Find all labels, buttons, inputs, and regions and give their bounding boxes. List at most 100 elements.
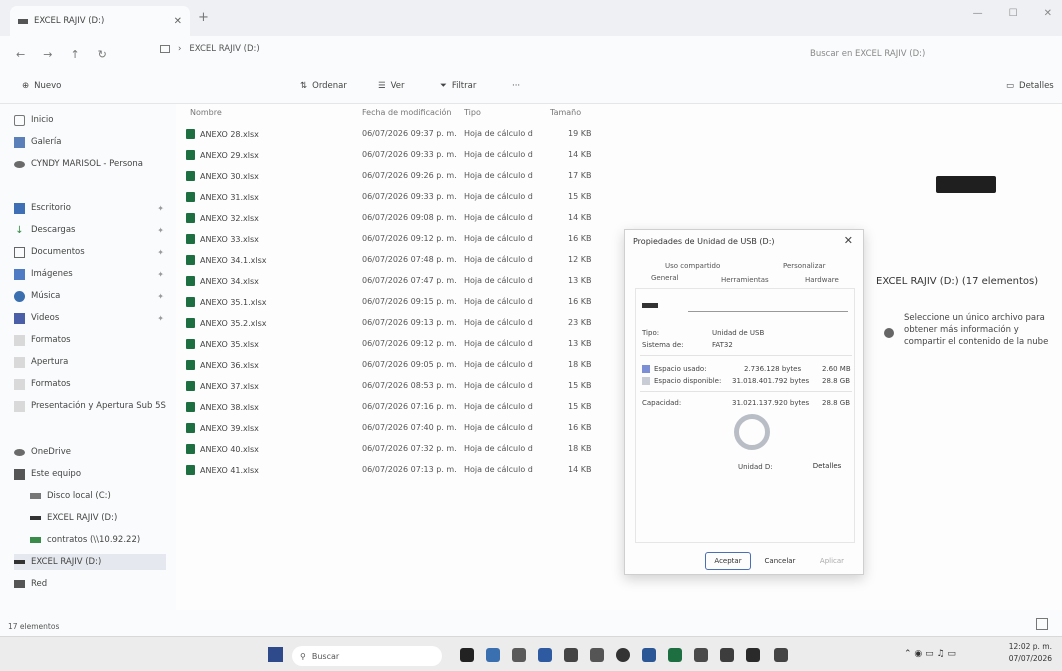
table-row[interactable]: ANEXO 30.xlsx 06/07/2026 09:26 p. m. Hoja … xyxy=(176,168,612,186)
sidebar-item-network-share[interactable]: contratos (\\10.92.22) xyxy=(30,532,174,548)
sidebar-item-documents[interactable]: Documentos ✦ xyxy=(14,244,174,260)
chrome-icon[interactable] xyxy=(616,648,630,662)
column-header-type[interactable]: Tipo xyxy=(464,108,481,117)
search-icon: ⚲ xyxy=(300,651,306,661)
tab-tools[interactable]: Herramientas xyxy=(721,276,769,284)
sidebar-item-drive-d[interactable]: EXCEL RAJIV (D:) xyxy=(30,510,174,526)
sidebar-item-usb-selected[interactable]: EXCEL RAJIV (D:) xyxy=(14,554,166,570)
sidebar-item-videos[interactable]: Videos ✦ xyxy=(14,310,174,326)
sidebar-item-folder[interactable]: Formatos xyxy=(14,332,174,348)
sidebar-item-this-pc[interactable]: Este equipo xyxy=(14,466,174,482)
details-button[interactable]: ▭ Detalles xyxy=(1006,81,1054,91)
sort-button[interactable]: ⇅ Ordenar xyxy=(300,81,347,91)
table-row[interactable]: ANEXO 31.xlsx 06/07/2026 09:33 p. m. Hoja … xyxy=(176,189,612,207)
table-row[interactable]: ANEXO 35.1.xlsx 06/07/2026 09:15 p. m. Hoj… xyxy=(176,294,612,312)
excel-file-icon xyxy=(186,297,195,307)
column-header-name[interactable]: Nombre xyxy=(190,108,222,117)
cancel-button[interactable]: Cancelar xyxy=(757,552,803,570)
table-row[interactable]: ANEXO 37.xlsx 06/07/2026 08:53 p. m. Hoja … xyxy=(176,378,612,396)
file-name: ANEXO 29.xlsx xyxy=(200,150,259,160)
filter-button[interactable]: ⏷ Filtrar xyxy=(440,81,476,91)
refresh-icon[interactable]: ↻ xyxy=(98,48,107,61)
table-row[interactable]: ANEXO 33.xlsx 06/07/2026 09:12 p. m. Hoja … xyxy=(176,231,612,249)
clock[interactable]: 12:02 p. m. 07/07/2026 xyxy=(1009,641,1052,665)
widgets-icon[interactable] xyxy=(486,648,500,662)
dialog-close-button[interactable]: ✕ xyxy=(844,234,853,247)
breadcrumb[interactable]: › EXCEL RAJIV (D:) xyxy=(160,44,260,54)
new-tab-button[interactable]: + xyxy=(198,10,209,25)
back-arrow-icon[interactable]: ← xyxy=(16,48,25,61)
sidebar-item-pictures[interactable]: Imágenes ✦ xyxy=(14,266,174,282)
new-button[interactable]: ⊕ Nuevo xyxy=(22,81,61,91)
task-view-icon[interactable] xyxy=(460,648,474,662)
tab-general[interactable]: General xyxy=(651,274,679,282)
tab-hardware[interactable]: Hardware xyxy=(805,276,839,284)
capacity-size: 28.8 GB xyxy=(822,399,851,407)
sidebar-item-folder[interactable]: Formatos xyxy=(14,376,174,392)
ok-button[interactable]: Aceptar xyxy=(705,552,751,570)
table-row[interactable]: ANEXO 32.xlsx 06/07/2026 09:08 p. m. Hoja … xyxy=(176,210,612,228)
breadcrumb-drive[interactable]: EXCEL RAJIV (D:) xyxy=(189,44,259,54)
chat-icon[interactable] xyxy=(512,648,526,662)
sidebar-item-onedrive-personal[interactable]: CYNDY MARISOL - Persona xyxy=(14,156,174,172)
table-row[interactable]: ANEXO 40.xlsx 06/07/2026 07:32 p. m. Hoja … xyxy=(176,441,612,459)
tab-sharing[interactable]: Uso compartido xyxy=(665,262,720,270)
maximize-button[interactable]: ☐ xyxy=(1009,8,1018,19)
store-icon[interactable] xyxy=(590,648,604,662)
taskbar-search[interactable]: ⚲ Buscar xyxy=(292,646,442,666)
table-row[interactable]: ANEXO 36.xlsx 06/07/2026 09:05 p. m. Hoja … xyxy=(176,357,612,375)
sidebar-item-desktop[interactable]: Escritorio ✦ xyxy=(14,200,174,216)
details-dialog-button[interactable]: Detalles xyxy=(806,457,848,475)
excel-file-icon xyxy=(186,171,195,181)
table-row[interactable]: ANEXO 34.xlsx 06/07/2026 07:47 p. m. Hoja … xyxy=(176,273,612,291)
nav-buttons: ← → ↑ ↻ xyxy=(0,48,180,61)
table-row[interactable]: ANEXO 41.xlsx 06/07/2026 07:13 p. m. Hoja … xyxy=(176,462,612,480)
teams-icon[interactable] xyxy=(720,648,734,662)
forward-arrow-icon[interactable]: → xyxy=(43,48,52,61)
view-button[interactable]: ☰ Ver xyxy=(378,81,405,91)
system-tray-icons[interactable]: ⌃ ◉ ▭ ♫ ▭ xyxy=(904,649,956,659)
table-row[interactable]: ANEXO 35.xlsx 06/07/2026 09:12 p. m. Hoja … xyxy=(176,336,612,354)
table-row[interactable]: ANEXO 38.xlsx 06/07/2026 07:16 p. m. Hoja … xyxy=(176,399,612,417)
word-icon[interactable] xyxy=(642,648,656,662)
explorer-tab[interactable]: EXCEL RAJIV (D:) ✕ xyxy=(10,6,190,36)
start-icon[interactable] xyxy=(268,647,283,662)
details-view-icon[interactable] xyxy=(1036,618,1048,630)
sidebar-item-downloads[interactable]: ↓ Descargas ✦ xyxy=(14,222,174,238)
minimize-button[interactable]: — xyxy=(973,8,983,19)
apply-button[interactable]: Aplicar xyxy=(809,552,855,570)
column-header-date[interactable]: Fecha de modificación xyxy=(362,108,451,117)
sidebar-item-folder[interactable]: Apertura xyxy=(14,354,174,370)
excel-icon[interactable] xyxy=(668,648,682,662)
sidebar-item-onedrive[interactable]: OneDrive xyxy=(14,444,174,460)
table-row[interactable]: ANEXO 39.xlsx 06/07/2026 07:40 p. m. Hoja … xyxy=(176,420,612,438)
mail-icon[interactable] xyxy=(694,648,708,662)
more-button[interactable]: ··· xyxy=(512,81,520,91)
volume-label-input[interactable] xyxy=(688,311,848,312)
table-row[interactable]: ANEXO 34.1.xlsx 06/07/2026 07:48 p. m. Hoj… xyxy=(176,252,612,270)
sidebar-item-drive-c[interactable]: Disco local (C:) xyxy=(30,488,174,504)
app-icon[interactable] xyxy=(746,648,760,662)
file-name: ANEXO 36.xlsx xyxy=(200,360,259,370)
close-window-button[interactable]: ✕ xyxy=(1044,8,1052,19)
sidebar-item-folder[interactable]: Presentación y Apertura Sub 5S xyxy=(14,398,174,414)
up-arrow-icon[interactable]: ↑ xyxy=(70,48,79,61)
sidebar-item-network[interactable]: Red xyxy=(14,576,174,592)
column-header-size[interactable]: Tamaño xyxy=(550,108,581,117)
app-icon[interactable] xyxy=(774,648,788,662)
sidebar-item-home[interactable]: Inicio xyxy=(14,112,174,128)
file-explorer-icon[interactable] xyxy=(564,648,578,662)
used-space-label: Espacio usado: xyxy=(654,365,707,373)
close-tab-icon[interactable]: ✕ xyxy=(174,16,182,27)
sidebar-item-gallery[interactable]: Galería xyxy=(14,134,174,150)
file-name: ANEXO 35.2.xlsx xyxy=(200,318,267,328)
properties-dialog: Propiedades de Unidad de USB (D:) ✕ Uso … xyxy=(624,229,864,575)
sidebar-item-music[interactable]: Música ✦ xyxy=(14,288,174,304)
table-row[interactable]: ANEXO 29.xlsx 06/07/2026 09:33 p. m. Hoja … xyxy=(176,147,612,165)
search-input[interactable]: Buscar en EXCEL RAJIV (D:) xyxy=(800,43,1050,65)
file-type: Hoja de cálculo d xyxy=(464,360,533,369)
table-row[interactable]: ANEXO 28.xlsx 06/07/2026 09:37 p. m. Hoja … xyxy=(176,126,612,144)
tab-customize[interactable]: Personalizar xyxy=(783,262,826,270)
table-row[interactable]: ANEXO 35.2.xlsx 06/07/2026 09:13 p. m. Hoj… xyxy=(176,315,612,333)
edge-icon[interactable] xyxy=(538,648,552,662)
